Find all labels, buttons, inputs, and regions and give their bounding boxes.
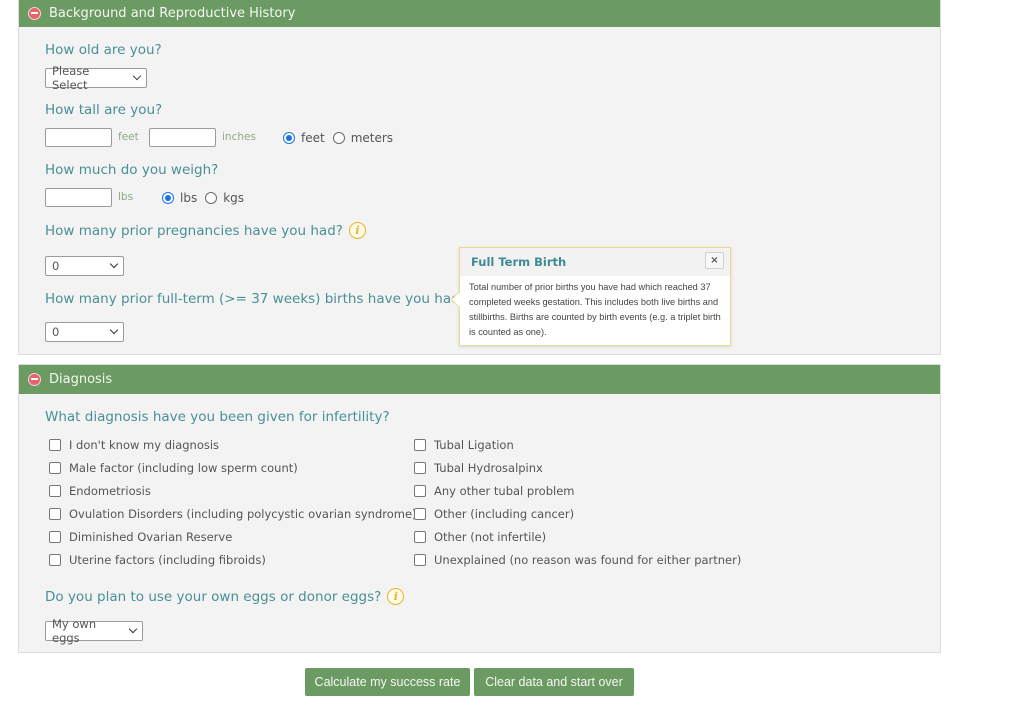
info-icon[interactable]: i bbox=[348, 222, 366, 239]
diagnosis-option[interactable]: Ovulation Disorders (including polycysti… bbox=[49, 507, 417, 521]
height-feet-unit: feet bbox=[118, 131, 139, 143]
checkbox[interactable] bbox=[414, 439, 426, 451]
age-select-value: Please Select bbox=[52, 64, 90, 92]
diagnosis-option[interactable]: Other (not infertile) bbox=[414, 530, 546, 544]
checkbox[interactable] bbox=[49, 485, 61, 497]
full-term-birth-tooltip: Full Term Birth × Total number of prior … bbox=[459, 247, 731, 346]
height-feet-input[interactable] bbox=[45, 128, 112, 147]
collapse-icon[interactable] bbox=[28, 373, 41, 386]
diagnosis-option[interactable]: Tubal Ligation bbox=[414, 438, 514, 452]
checkbox[interactable] bbox=[49, 508, 61, 520]
diagnosis-section-header[interactable]: Diagnosis bbox=[19, 365, 940, 394]
checkbox[interactable] bbox=[414, 508, 426, 520]
tooltip-header: Full Term Birth × bbox=[460, 248, 730, 276]
eggs-select-value: My own eggs bbox=[52, 617, 97, 645]
height-unit-feet-label: feet bbox=[301, 131, 325, 145]
checkbox[interactable] bbox=[49, 462, 61, 474]
tooltip-body: Total number of prior births you have ha… bbox=[469, 282, 721, 337]
eggs-question: Do you plan to use your own eggs or dono… bbox=[45, 588, 405, 605]
checkbox[interactable] bbox=[414, 554, 426, 566]
chevron-down-icon bbox=[109, 325, 119, 335]
diagnosis-option[interactable]: Male factor (including low sperm count) bbox=[49, 461, 298, 475]
diagnosis-option[interactable]: Diminished Ovarian Reserve bbox=[49, 530, 232, 544]
checkbox[interactable] bbox=[49, 554, 61, 566]
diagnosis-option[interactable]: Any other tubal problem bbox=[414, 484, 575, 498]
diagnosis-option[interactable]: Other (including cancer) bbox=[414, 507, 574, 521]
diagnosis-option-label: Endometriosis bbox=[69, 484, 151, 498]
chevron-down-icon bbox=[132, 71, 142, 81]
info-icon[interactable]: i bbox=[387, 588, 405, 605]
diagnosis-option-label: Any other tubal problem bbox=[434, 484, 575, 498]
height-unit-meters-label: meters bbox=[350, 131, 394, 145]
full-term-question: How many prior full-term (>= 37 weeks) b… bbox=[45, 290, 490, 307]
checkbox[interactable] bbox=[49, 439, 61, 451]
weight-question: How much do you weigh? bbox=[45, 162, 219, 178]
diagnosis-option[interactable]: Unexplained (no reason was found for eit… bbox=[414, 553, 741, 567]
weight-unit: lbs bbox=[118, 191, 134, 203]
pregnancies-select[interactable]: 0 bbox=[45, 256, 124, 276]
pregnancies-question-text: How many prior pregnancies have you had? bbox=[45, 222, 343, 239]
checkbox[interactable] bbox=[49, 531, 61, 543]
diagnosis-option-label: Diminished Ovarian Reserve bbox=[69, 530, 233, 544]
checkbox[interactable] bbox=[414, 531, 426, 543]
clear-button[interactable]: Clear data and start over bbox=[474, 668, 634, 696]
pregnancies-question: How many prior pregnancies have you had?… bbox=[45, 222, 366, 239]
height-question: How tall are you? bbox=[45, 102, 163, 118]
diagnosis-option-label: Tubal Hydrosalpinx bbox=[434, 461, 543, 475]
diagnosis-option[interactable]: Endometriosis bbox=[49, 484, 151, 498]
diagnosis-option[interactable]: Tubal Hydrosalpinx bbox=[414, 461, 543, 475]
diagnosis-option-label: Male factor (including low sperm count) bbox=[69, 461, 298, 475]
height-unit-radio-group: feet meters bbox=[283, 131, 401, 145]
eggs-select[interactable]: My own eggs bbox=[45, 617, 143, 645]
diagnosis-option-label: Tubal Ligation bbox=[434, 438, 514, 452]
background-section-title: Background and Reproductive History bbox=[49, 6, 296, 21]
diagnosis-option-label: Other (including cancer) bbox=[434, 507, 575, 521]
full-term-select-value: 0 bbox=[52, 325, 60, 339]
weight-unit-radio-group: lbs kgs bbox=[162, 191, 252, 205]
age-question: How old are you? bbox=[45, 42, 162, 58]
diagnosis-option-label: Other (not infertile) bbox=[434, 530, 547, 544]
pregnancies-select-value: 0 bbox=[52, 259, 60, 273]
weight-unit-kgs-label: kgs bbox=[223, 191, 245, 205]
weight-unit-kgs-radio[interactable] bbox=[205, 192, 218, 204]
height-unit-feet-radio[interactable] bbox=[283, 132, 295, 144]
weight-input[interactable] bbox=[45, 188, 112, 207]
weight-unit-lbs-label: lbs bbox=[180, 191, 198, 205]
chevron-down-icon bbox=[109, 259, 119, 269]
calculate-button[interactable]: Calculate my success rate bbox=[305, 668, 470, 696]
diagnosis-option-label: Uterine factors (including fibroids) bbox=[69, 553, 266, 567]
chevron-down-icon bbox=[129, 624, 138, 634]
height-inches-unit: inches bbox=[222, 131, 256, 143]
height-inches-input[interactable] bbox=[149, 128, 216, 147]
checkbox[interactable] bbox=[414, 485, 426, 497]
tooltip-title: Full Term Birth bbox=[471, 255, 567, 269]
diagnosis-option-label: I don't know my diagnosis bbox=[69, 438, 220, 452]
diagnosis-panel: Diagnosis What diagnosis have you been g… bbox=[18, 364, 941, 653]
diagnosis-question: What diagnosis have you been given for i… bbox=[45, 409, 390, 425]
background-section-header[interactable]: Background and Reproductive History bbox=[19, 0, 940, 27]
full-term-question-text: How many prior full-term (>= 37 weeks) b… bbox=[45, 290, 467, 307]
diagnosis-option-label: Unexplained (no reason was found for eit… bbox=[434, 553, 742, 567]
height-unit-meters-radio[interactable] bbox=[332, 132, 345, 144]
diagnosis-option[interactable]: I don't know my diagnosis bbox=[49, 438, 219, 452]
diagnosis-section-title: Diagnosis bbox=[49, 372, 113, 387]
eggs-question-text: Do you plan to use your own eggs or dono… bbox=[45, 588, 382, 605]
age-select[interactable]: Please Select bbox=[45, 64, 147, 92]
diagnosis-option[interactable]: Uterine factors (including fibroids) bbox=[49, 553, 266, 567]
diagnosis-option-label: Ovulation Disorders (including polycysti… bbox=[69, 507, 417, 521]
weight-unit-lbs-radio[interactable] bbox=[162, 192, 174, 204]
full-term-select[interactable]: 0 bbox=[45, 322, 124, 342]
checkbox[interactable] bbox=[414, 462, 426, 474]
collapse-icon[interactable] bbox=[28, 7, 41, 20]
close-icon[interactable]: × bbox=[705, 252, 724, 269]
